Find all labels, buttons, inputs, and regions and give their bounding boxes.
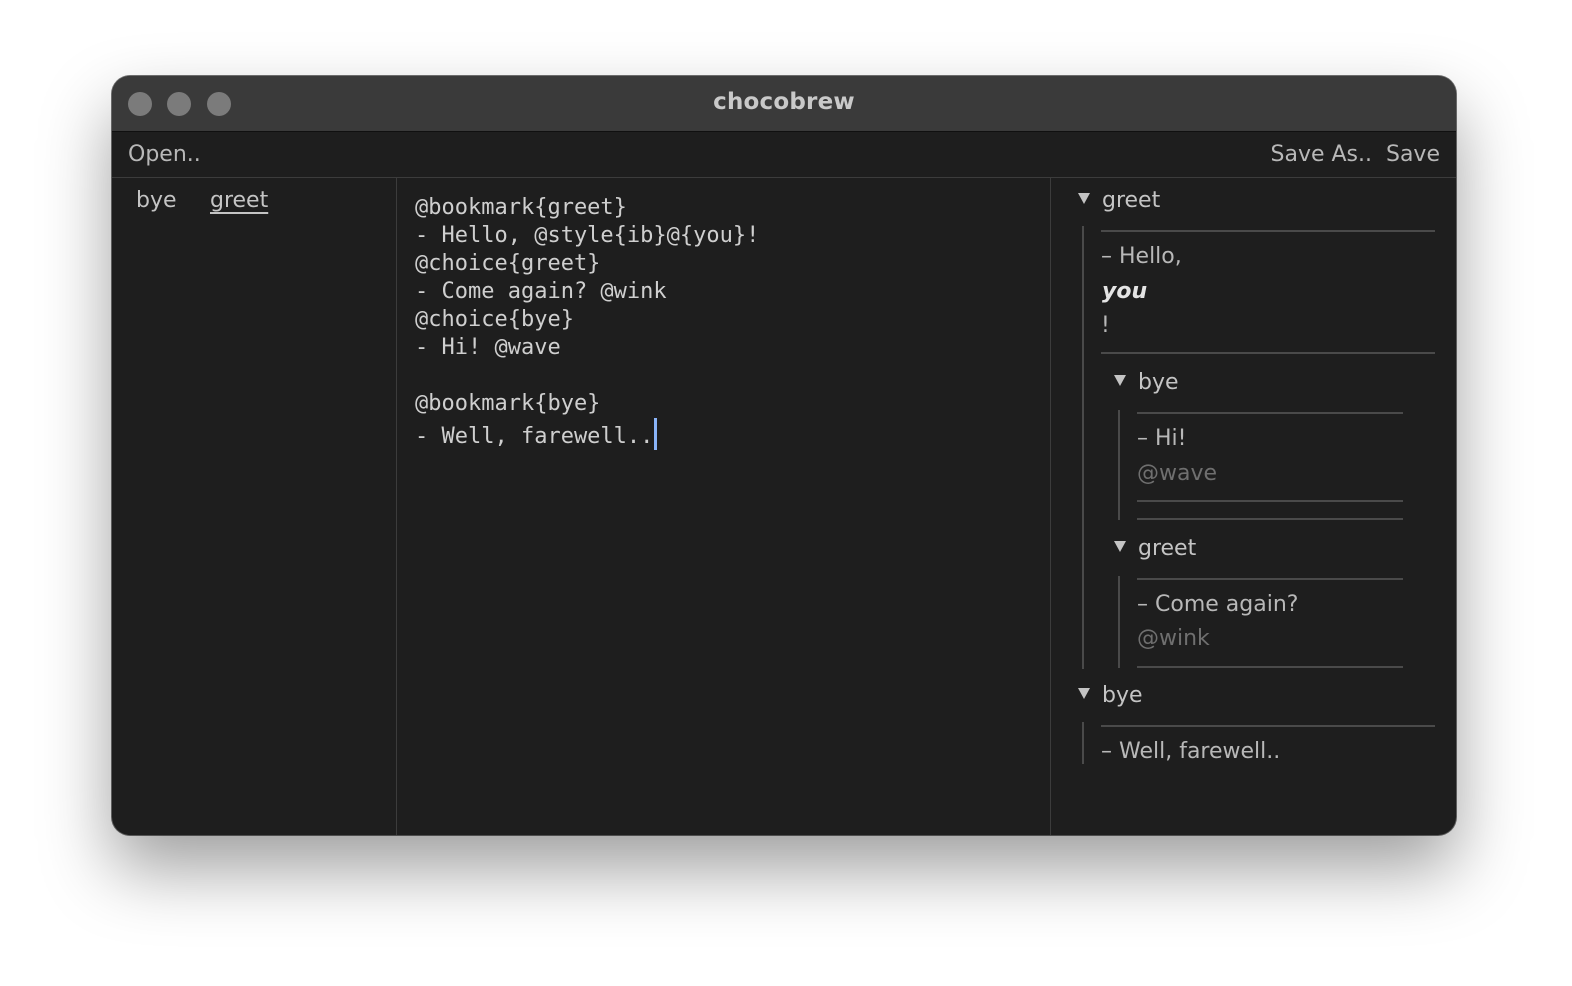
divider	[1137, 412, 1403, 414]
save-as-button[interactable]: Save As..	[1271, 142, 1373, 167]
triangle-down-icon	[1114, 375, 1126, 386]
divider	[1101, 725, 1435, 727]
section-indent-line	[1082, 226, 1084, 669]
preview-choice-title: greet	[1138, 536, 1197, 561]
editor-line[interactable]: - Come again? @wink	[415, 278, 667, 306]
preview-styled-text: you	[1102, 279, 1148, 304]
section-indent-line	[1082, 722, 1084, 764]
divider	[1137, 500, 1403, 502]
preview-panel: greet – Hello, you ! bye – Hi! @wave gre…	[1051, 178, 1456, 835]
editor-line[interactable]: - Hello, @style{ib}@{you}!	[415, 222, 759, 250]
divider	[1101, 230, 1435, 232]
triangle-down-icon	[1114, 541, 1126, 552]
editor-line-text[interactable]: - Well, farewell..	[415, 424, 653, 449]
editor-line[interactable]: @choice{bye}	[415, 306, 574, 334]
divider	[1137, 666, 1403, 668]
choice-indent-line	[1118, 576, 1120, 668]
menu-bar: Open.. Save As.. Save	[112, 132, 1456, 178]
bookmark-panel: bye greet	[112, 178, 397, 835]
triangle-down-icon	[1078, 193, 1090, 204]
editor-line[interactable]: @bookmark{bye}	[415, 390, 600, 418]
preview-choice-bye-header[interactable]: bye	[1114, 370, 1179, 395]
text-caret	[654, 418, 658, 450]
window-title: chocobrew	[713, 89, 855, 115]
preview-section-title: bye	[1102, 683, 1143, 708]
app-window: chocobrew Open.. Save As.. Save bye gree…	[112, 76, 1456, 835]
divider	[1101, 352, 1435, 354]
script-editor[interactable]: @bookmark{greet} - Hello, @style{ib}@{yo…	[397, 178, 1051, 835]
choice-indent-line	[1118, 410, 1120, 520]
preview-text: – Hello,	[1101, 244, 1182, 269]
preview-text: – Come again?	[1137, 592, 1299, 617]
preview-text: – Well, farewell..	[1101, 739, 1281, 764]
preview-section-title: greet	[1102, 188, 1161, 213]
preview-choice-title: bye	[1138, 370, 1179, 395]
preview-section-greet-header[interactable]: greet	[1078, 188, 1160, 213]
preview-section-bye-header[interactable]: bye	[1078, 683, 1143, 708]
divider	[1137, 518, 1403, 520]
triangle-down-icon	[1078, 688, 1090, 699]
editor-line[interactable]: @bookmark{greet}	[415, 194, 627, 222]
divider	[1137, 578, 1403, 580]
preview-text: – Hi!	[1137, 426, 1187, 451]
preview-tag: @wave	[1137, 461, 1218, 486]
editor-line[interactable]: - Hi! @wave	[415, 334, 561, 362]
bookmark-tab-bye[interactable]: bye	[136, 188, 177, 213]
preview-tag: @wink	[1137, 626, 1210, 651]
preview-text: !	[1101, 313, 1110, 338]
save-button[interactable]: Save	[1386, 142, 1440, 167]
title-bar[interactable]: chocobrew	[112, 76, 1456, 132]
bookmark-tab-greet[interactable]: greet	[210, 188, 268, 213]
preview-choice-greet-header[interactable]: greet	[1114, 536, 1196, 561]
editor-line[interactable]: @choice{greet}	[415, 250, 600, 278]
open-button[interactable]: Open..	[128, 142, 201, 167]
editor-line-last[interactable]: - Well, farewell..	[415, 418, 658, 451]
